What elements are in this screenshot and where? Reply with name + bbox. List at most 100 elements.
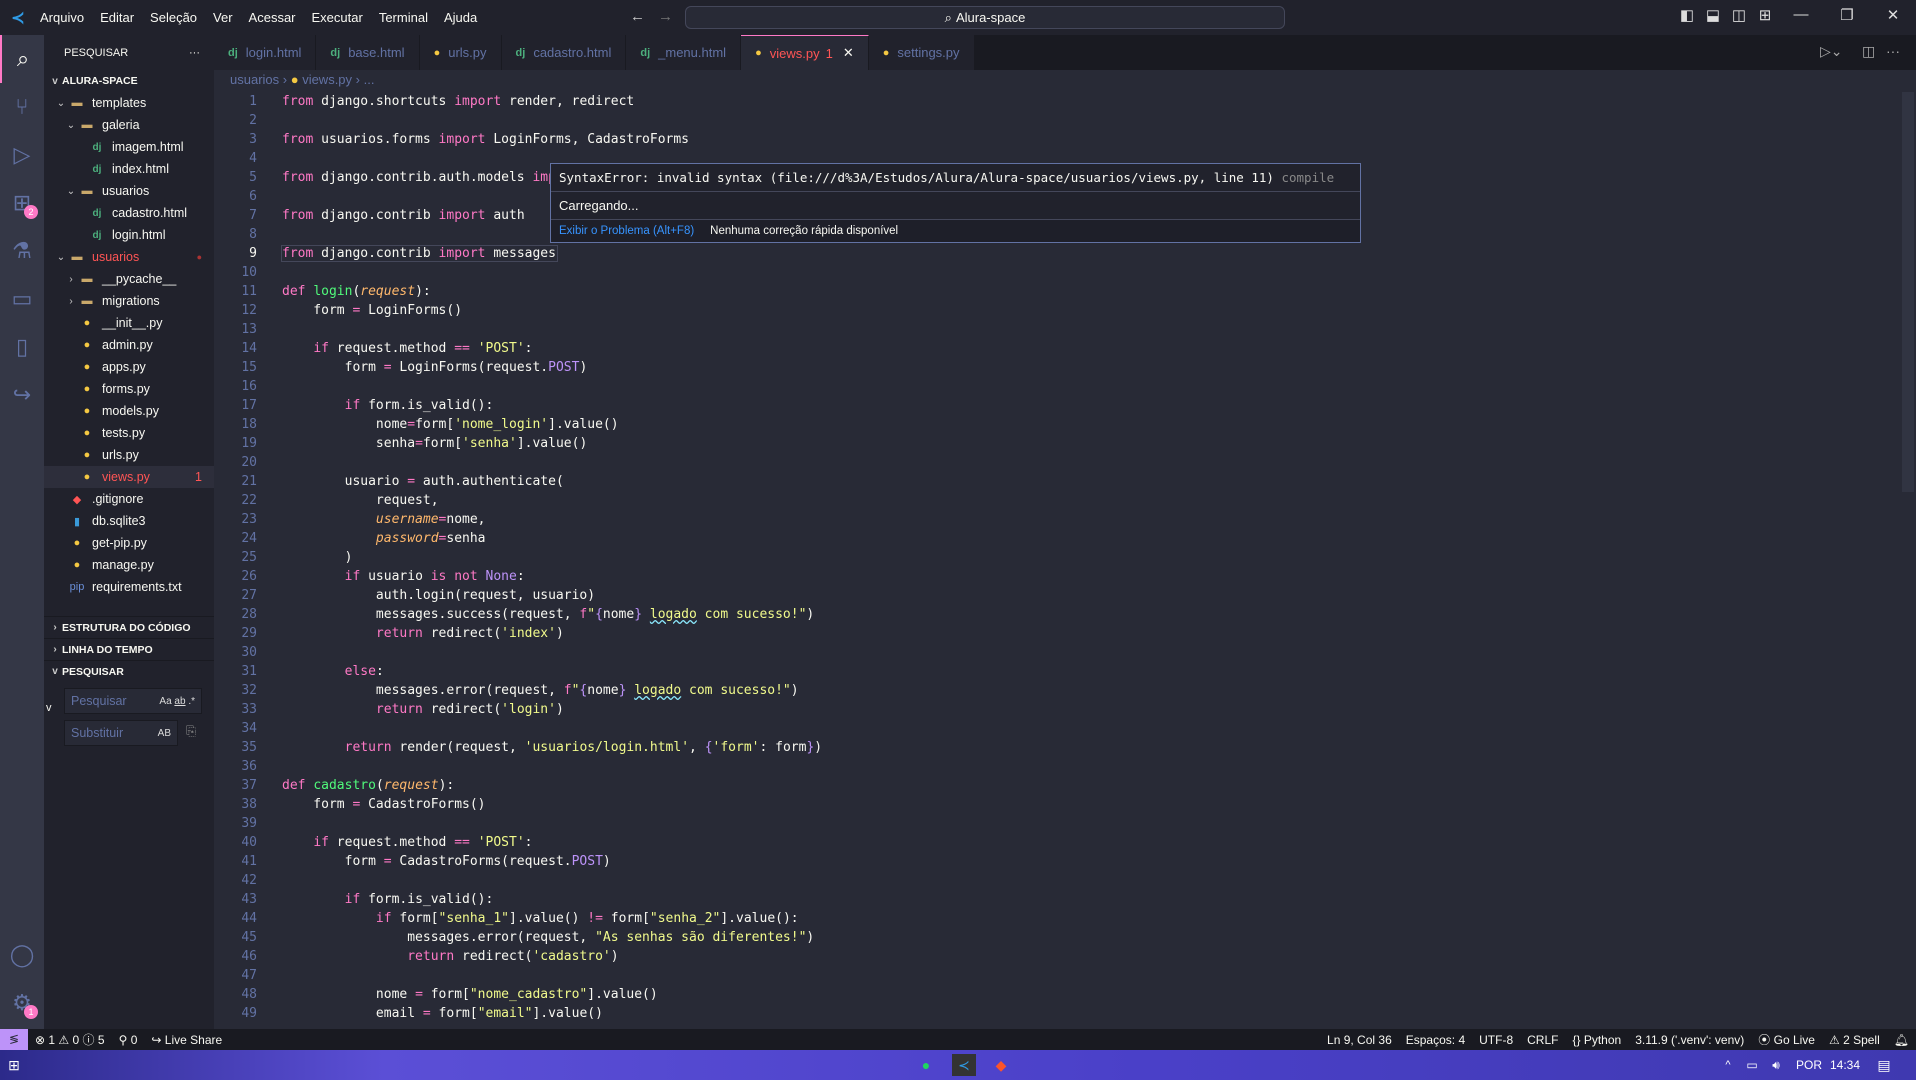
testing-icon[interactable]: ⚗ xyxy=(0,227,44,275)
tree-item[interactable]: dj imagem.html xyxy=(44,136,214,158)
volume-icon[interactable]: 🔊︎ xyxy=(1764,1054,1788,1076)
match-case-button[interactable]: Aa xyxy=(159,696,171,707)
replace-all-icon[interactable]: ⎘ xyxy=(186,724,196,739)
code-line[interactable]: 10 xyxy=(214,263,1904,282)
indentation[interactable]: Espaços: 4 xyxy=(1399,1033,1472,1047)
whole-word-button[interactable]: ab xyxy=(174,696,185,707)
view-problem-link[interactable]: Exibir o Problema (Alt+F8) xyxy=(559,225,694,237)
section-outline[interactable]: › ESTRUTURA DO CÓDIGO xyxy=(44,616,214,638)
tab-cadastro-html[interactable]: dj cadastro.html xyxy=(501,35,627,70)
live-share-icon[interactable]: ↪ xyxy=(0,371,44,419)
section-timeline[interactable]: › LINHA DO TEMPO xyxy=(44,638,214,660)
explorer-root[interactable]: v ALURA-SPACE xyxy=(44,70,214,92)
tree-item[interactable]: ● views.py 1 xyxy=(44,466,214,488)
tab-login-html[interactable]: dj login.html xyxy=(214,35,317,70)
tree-item[interactable]: dj login.html xyxy=(44,224,214,246)
code-line[interactable]: 3 from usuarios.forms import LoginForms, … xyxy=(214,130,1904,149)
brave-icon[interactable]: ◆ xyxy=(989,1054,1013,1076)
code-line[interactable]: 17 if form.is_valid(): xyxy=(214,396,1904,415)
spotify-icon[interactable]: ● xyxy=(914,1054,938,1076)
code-line[interactable]: 43 if form.is_valid(): xyxy=(214,890,1904,909)
tree-item[interactable]: › ▬ migrations xyxy=(44,290,214,312)
code-line[interactable]: 22 request, xyxy=(214,491,1904,510)
menu-arquivo[interactable]: Arquivo xyxy=(32,10,92,25)
source-control-icon[interactable]: ⑂ xyxy=(0,83,44,131)
code-line[interactable]: 28 messages.success(request, f"{nome} lo… xyxy=(214,605,1904,624)
code-line[interactable]: 33 return redirect('login') xyxy=(214,700,1904,719)
code-line[interactable]: 40 if request.method == 'POST': xyxy=(214,833,1904,852)
code-line[interactable]: 21 usuario = auth.authenticate( xyxy=(214,472,1904,491)
code-line[interactable]: 39 xyxy=(214,814,1904,833)
split-editor-icon[interactable]: ◫ xyxy=(1862,43,1875,60)
code-line[interactable]: 34 xyxy=(214,719,1904,738)
tree-item[interactable]: ⌄ ▬ templates xyxy=(44,92,214,114)
code-line[interactable]: 14 if request.method == 'POST': xyxy=(214,339,1904,358)
encoding[interactable]: UTF-8 xyxy=(1472,1033,1520,1047)
run-debug-icon[interactable]: ▷ xyxy=(0,131,44,179)
tab-settings-py[interactable]: ● settings.py xyxy=(868,35,975,70)
ports-status[interactable]: ⚲ 0 xyxy=(112,1033,145,1047)
tree-item[interactable]: ▮ db.sqlite3 xyxy=(44,510,214,532)
network-icon[interactable]: ▭ xyxy=(1740,1054,1764,1076)
tree-item[interactable]: dj index.html xyxy=(44,158,214,180)
code-line[interactable]: 37 def cadastro(request): xyxy=(214,776,1904,795)
cursor-position[interactable]: Ln 9, Col 36 xyxy=(1320,1033,1399,1047)
tab-urls-py[interactable]: ● urls.py xyxy=(419,35,502,70)
menu-terminal[interactable]: Terminal xyxy=(371,10,436,25)
code-line[interactable]: 19 senha=form['senha'].value() xyxy=(214,434,1904,453)
tree-item[interactable]: ● urls.py xyxy=(44,444,214,466)
menu-seleção[interactable]: Seleção xyxy=(142,10,205,25)
more-icon[interactable]: ··· xyxy=(1886,43,1900,59)
code-line[interactable]: 12 form = LoginForms() xyxy=(214,301,1904,320)
tab--menu-html[interactable]: dj _menu.html xyxy=(626,35,742,70)
tab-base-html[interactable]: dj base.html xyxy=(316,35,420,70)
customize-layout-icon[interactable]: ⊞ xyxy=(1750,6,1780,24)
language-mode[interactable]: {} Python xyxy=(1565,1033,1628,1047)
code-line[interactable]: 18 nome=form['nome_login'].value() xyxy=(214,415,1904,434)
tree-item[interactable]: ● models.py xyxy=(44,400,214,422)
code-line[interactable]: 26 if usuario is not None: xyxy=(214,567,1904,586)
menu-executar[interactable]: Executar xyxy=(304,10,371,25)
back-icon[interactable]: ← xyxy=(630,8,645,25)
section-search[interactable]: v PESQUISAR xyxy=(44,660,214,682)
tray-chevron-icon[interactable]: ^ xyxy=(1716,1054,1740,1076)
tree-item[interactable]: ● admin.py xyxy=(44,334,214,356)
line-ending[interactable]: CRLF xyxy=(1520,1033,1565,1047)
accounts-icon[interactable]: ◯ xyxy=(0,931,44,979)
search-input[interactable]: Pesquisar Aa ab .* xyxy=(64,688,202,714)
code-line[interactable]: 41 form = CadastroForms(request.POST) xyxy=(214,852,1904,871)
breadcrumb-folder[interactable]: usuarios xyxy=(230,72,279,87)
remote-icon[interactable]: ≶ xyxy=(0,1029,28,1050)
close-tab-icon[interactable]: ✕ xyxy=(843,45,854,61)
tree-item[interactable]: › ▬ __pycache__ xyxy=(44,268,214,290)
code-line[interactable]: 24 password=senha xyxy=(214,529,1904,548)
tree-item[interactable]: ⌄ ▬ usuarios xyxy=(44,180,214,202)
code-line[interactable]: 27 auth.login(request, usuario) xyxy=(214,586,1904,605)
code-line[interactable]: 11 def login(request): xyxy=(214,282,1904,301)
menu-ajuda[interactable]: Ajuda xyxy=(436,10,485,25)
notifications-bell-icon[interactable]: 🔔︎ xyxy=(1887,1033,1916,1047)
regex-button[interactable]: .* xyxy=(188,696,195,707)
code-line[interactable]: 1 from django.shortcuts import render, re… xyxy=(214,92,1904,111)
menu-acessar[interactable]: Acessar xyxy=(241,10,304,25)
code-line[interactable]: 20 xyxy=(214,453,1904,472)
breadcrumb-file[interactable]: views.py xyxy=(302,72,352,87)
toggle-replace-icon[interactable]: v xyxy=(46,702,52,714)
code-line[interactable]: 36 xyxy=(214,757,1904,776)
code-line[interactable]: 23 username=nome, xyxy=(214,510,1904,529)
minimize-icon[interactable]: — xyxy=(1786,6,1816,23)
problems-status[interactable]: ⊗ 1 ⚠ 0 ⓘ 5 xyxy=(28,1031,112,1048)
notification-center-icon[interactable]: ▤ xyxy=(1872,1054,1896,1076)
command-center-search[interactable]: ⌕ Alura-space xyxy=(685,6,1285,29)
code-line[interactable]: 35 return render(request, 'usuarios/logi… xyxy=(214,738,1904,757)
python-interpreter[interactable]: 3.11.9 ('.venv': venv) xyxy=(1628,1033,1751,1047)
code-line[interactable]: 15 form = LoginForms(request.POST) xyxy=(214,358,1904,377)
tree-item[interactable]: ● __init__.py xyxy=(44,312,214,334)
tree-item[interactable]: ● get-pip.py xyxy=(44,532,214,554)
windows-start-icon[interactable]: ⊞ xyxy=(2,1054,26,1076)
go-live-button[interactable]: ⦿ Go Live xyxy=(1751,1031,1822,1048)
extensions-icon[interactable]: ⊞ 2 xyxy=(0,179,44,227)
code-line[interactable]: 46 return redirect('cadastro') xyxy=(214,947,1904,966)
code-line[interactable]: 44 if form["senha_1"].value() != form["s… xyxy=(214,909,1904,928)
vscode-taskbar-icon[interactable]: ≺ xyxy=(952,1054,976,1076)
